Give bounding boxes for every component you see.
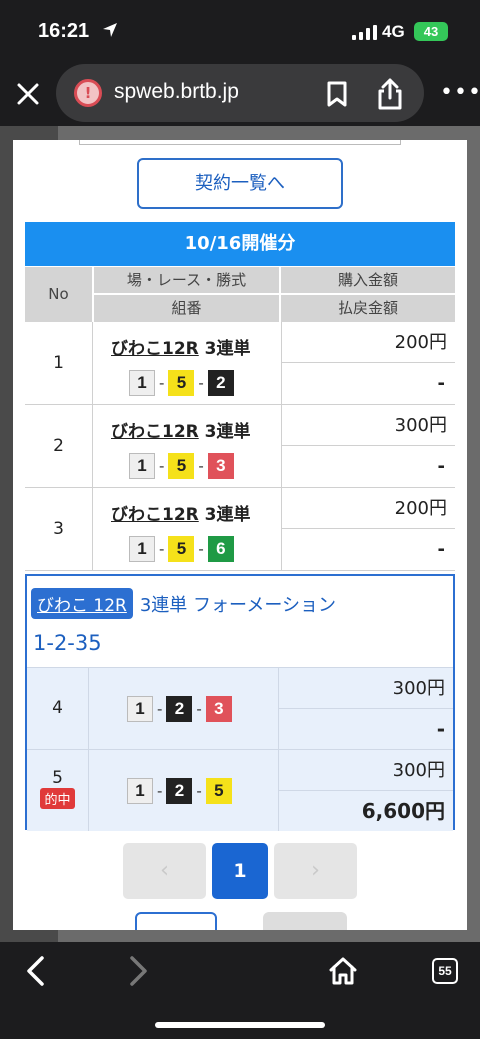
header-no: No — [25, 267, 92, 322]
combination: 1- 5- 6 — [129, 536, 234, 562]
forward-icon[interactable] — [126, 954, 150, 992]
combination: 1- 5- 2 — [129, 370, 234, 396]
formation-type: 3連単 フォーメーション — [139, 594, 336, 616]
boat-number: 6 — [207, 536, 234, 562]
cellular-signal-icon — [352, 24, 377, 40]
pagination: ‹ 1 › — [123, 843, 357, 899]
purchase-amount: 300円 — [278, 750, 453, 791]
boat-number: 2 — [166, 696, 193, 722]
payout-amount: - — [281, 529, 455, 570]
venue-link[interactable]: びわこ12R — [111, 505, 199, 525]
bet-table: 10/16開催分 No 場・レース・勝式 組番 購入金額 払戻金額 1 びわこ1… — [25, 222, 455, 831]
home-indicator — [155, 1022, 325, 1028]
venue-link[interactable]: びわこ12R — [111, 422, 199, 442]
boat-number: 1 — [129, 370, 155, 396]
back-icon[interactable] — [24, 954, 48, 992]
current-page-button[interactable]: 1 — [212, 843, 268, 899]
formation-combo: 1-2-35 — [33, 631, 102, 655]
row-number: 2 — [25, 405, 93, 487]
table-header: No 場・レース・勝式 組番 購入金額 払戻金額 — [25, 266, 455, 322]
partial-button[interactable] — [263, 912, 347, 930]
table-row: 1 びわこ12R 3連単 1- 5- 2 200円 - — [25, 322, 455, 405]
venue-link[interactable]: びわこ12R — [111, 339, 199, 359]
boat-number: 1 — [127, 778, 153, 804]
header-purchase: 購入金額 — [281, 267, 455, 293]
boat-number: 1 — [129, 536, 155, 562]
url-text[interactable]: spweb.brtb.jp — [114, 80, 239, 104]
boat-number: 3 — [207, 453, 234, 479]
table-row: 3 びわこ12R 3連単 1- 5- 6 200円 - — [25, 488, 455, 571]
boat-number: 3 — [205, 696, 232, 722]
boat-number: 2 — [207, 370, 234, 396]
divider — [79, 140, 401, 145]
next-page-button[interactable]: › — [274, 843, 357, 899]
purchase-amount: 300円 — [278, 668, 453, 709]
day-header: 10/16開催分 — [25, 222, 455, 266]
hit-badge: 的中 — [40, 788, 75, 809]
status-bar: 16:21 4G 43 — [0, 0, 480, 62]
purchase-amount: 200円 — [281, 322, 455, 363]
tabs-icon[interactable]: 55 — [432, 958, 458, 984]
boat-number: 5 — [168, 536, 195, 562]
payout-amount: 6,600円 — [278, 791, 453, 831]
combination: 1- 5- 3 — [129, 453, 234, 479]
location-arrow-icon — [102, 22, 118, 42]
share-icon[interactable] — [376, 78, 404, 114]
payout-amount: - — [278, 709, 453, 749]
boat-number: 1 — [129, 453, 155, 479]
boat-number: 1 — [127, 696, 153, 722]
row-number: 3 — [25, 488, 93, 570]
row-number: 4 — [27, 668, 89, 749]
formation-block: びわこ 12R 3連単 フォーメーション 1-2-35 4 1- 2- 3 30… — [25, 574, 455, 831]
status-time: 16:21 — [38, 20, 90, 42]
header-combination: 組番 — [94, 295, 279, 322]
bet-type: 3連単 — [204, 505, 251, 525]
browser-toolbar: 55 — [0, 942, 480, 1039]
boat-number: 2 — [166, 778, 193, 804]
venue-tag[interactable]: びわこ 12R — [31, 588, 133, 619]
home-icon[interactable] — [328, 956, 358, 990]
row-number: 5 — [52, 768, 63, 788]
row-number-cell: 5 的中 — [27, 750, 89, 831]
combination: 1- 2- 3 — [127, 696, 232, 722]
purchase-amount: 300円 — [281, 405, 455, 446]
contract-list-button[interactable]: 契約一覧へ — [137, 158, 343, 209]
boat-number: 5 — [205, 778, 232, 804]
prev-page-button[interactable]: ‹ — [123, 843, 206, 899]
formation-title: びわこ 12R 3連単 フォーメーション — [31, 588, 336, 619]
close-icon[interactable] — [14, 80, 42, 108]
race-label[interactable]: びわこ12R 3連単 — [111, 500, 251, 525]
race-label[interactable]: びわこ12R 3連単 — [111, 417, 251, 442]
more-options-icon[interactable]: ••• — [440, 82, 480, 104]
browser-url-bar: ! spweb.brtb.jp ••• — [0, 62, 480, 126]
table-row: 5 的中 1- 2- 5 300円 6,600円 — [27, 749, 453, 831]
address-field[interactable]: ! spweb.brtb.jp — [56, 64, 424, 122]
bet-type: 3連単 — [204, 339, 251, 359]
security-warning-icon[interactable]: ! — [74, 79, 102, 107]
purchase-amount: 200円 — [281, 488, 455, 529]
battery-icon: 43 — [414, 22, 448, 41]
table-row: 4 1- 2- 3 300円 - — [27, 667, 453, 749]
payout-amount: - — [281, 363, 455, 404]
contract-detail-modal: 契約一覧へ 10/16開催分 No 場・レース・勝式 組番 購入金額 払戻金額 … — [13, 140, 467, 930]
table-row: 2 びわこ12R 3連単 1- 5- 3 300円 - — [25, 405, 455, 488]
boat-number: 5 — [168, 370, 195, 396]
bet-type: 3連単 — [204, 422, 251, 442]
payout-amount: - — [281, 446, 455, 487]
row-number: 1 — [25, 322, 93, 404]
race-label[interactable]: びわこ12R 3連単 — [111, 334, 251, 359]
bookmark-icon[interactable] — [326, 81, 348, 111]
network-type: 4G — [382, 22, 405, 41]
boat-number: 5 — [168, 453, 195, 479]
header-payout: 払戻金額 — [281, 295, 455, 322]
header-race-type: 場・レース・勝式 — [94, 267, 279, 293]
partial-button[interactable] — [135, 912, 217, 930]
combination: 1- 2- 5 — [127, 778, 232, 804]
